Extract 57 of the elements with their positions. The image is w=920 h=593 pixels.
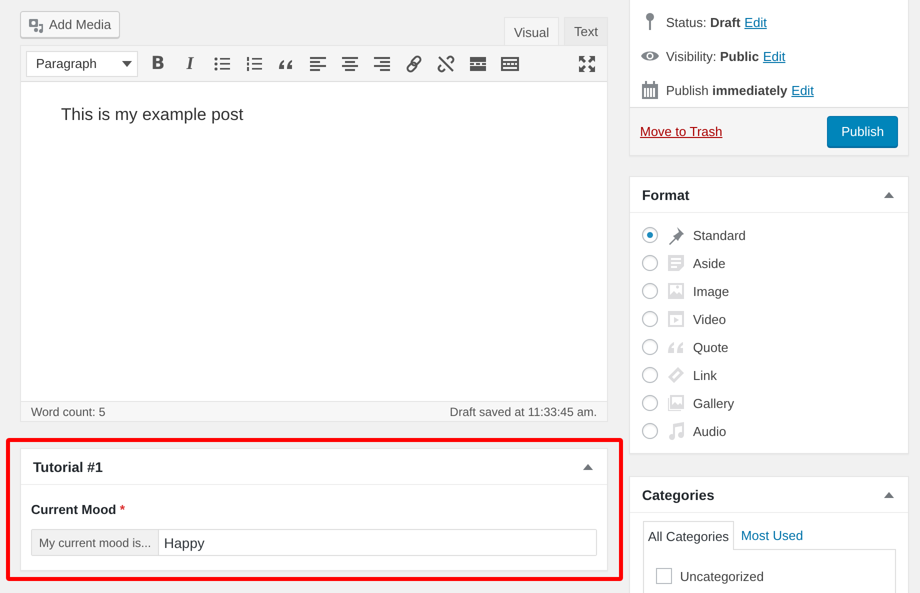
format-option-label: Gallery (693, 396, 734, 410)
category-tab[interactable]: All Categories (643, 521, 734, 550)
format-radio[interactable] (642, 367, 658, 383)
publish-setting: Publish immediately (666, 82, 788, 98)
format-radio[interactable] (642, 395, 658, 411)
box-title: Categories (642, 486, 714, 502)
format-option-label: Aside (693, 256, 726, 270)
post-text: This is my example post (61, 105, 244, 125)
add-media-button[interactable]: Add Media (20, 11, 120, 38)
mood-input-field[interactable]: My current mood is... Happy (31, 529, 597, 556)
gallery-icon (666, 393, 686, 413)
video-icon (666, 309, 686, 329)
fullscreen-icon (577, 54, 597, 74)
format-option-label: Video (693, 312, 726, 326)
calendar-icon (640, 80, 660, 100)
edit-link[interactable]: Edit (744, 14, 767, 30)
format-option-label: Standard (693, 228, 746, 242)
publish-setting: Status: Draft (666, 14, 740, 30)
category-label: Uncategorized (680, 568, 764, 584)
editor-tab[interactable]: Visual (504, 17, 560, 46)
format-option-label: Audio (693, 424, 726, 438)
publish-button[interactable]: Publish (827, 116, 898, 147)
box-title: Format (642, 186, 690, 202)
format-option-label: Link (693, 368, 717, 382)
aside-icon (666, 253, 686, 273)
required-mark: * (120, 502, 125, 517)
image-icon (666, 281, 686, 301)
format-option-label: Quote (693, 340, 728, 354)
metabox-title: Tutorial #1 (33, 458, 103, 474)
format-radio[interactable] (642, 283, 658, 299)
edit-link[interactable]: Edit (762, 48, 786, 64)
bold-button[interactable]: B (144, 50, 172, 78)
move-to-trash-link[interactable]: Move to Trash (640, 124, 722, 139)
caret-icon (122, 60, 132, 66)
edit-link[interactable]: Edit (791, 82, 814, 98)
format-radio[interactable] (642, 255, 658, 271)
format-radio[interactable] (642, 423, 658, 439)
editor-tab[interactable]: Text (564, 17, 608, 45)
format-radio[interactable] (642, 227, 658, 243)
media-icon (28, 16, 44, 32)
format-radio[interactable] (642, 311, 658, 327)
category-checkbox[interactable] (656, 568, 672, 584)
format-option-label: Image (693, 284, 730, 298)
category-tab[interactable]: Most Used (736, 521, 808, 549)
collapse-icon[interactable] (583, 464, 593, 470)
input-prefix: My current mood is... (32, 530, 160, 555)
collapse-icon[interactable] (884, 192, 894, 198)
field-label: Current Mood (31, 502, 116, 517)
publish-setting: Visibility: Public (666, 48, 759, 64)
format-radio[interactable] (642, 339, 658, 355)
format-dropdown[interactable]: Paragraph (26, 50, 138, 76)
audio-icon (666, 421, 686, 441)
unlink-icon (436, 54, 456, 74)
word-count: Word count: 5 (31, 404, 106, 418)
collapse-icon[interactable] (884, 492, 894, 498)
italic-button[interactable]: I (176, 50, 204, 78)
draft-saved-status: Draft saved at 11:33:45 am. (450, 404, 597, 418)
